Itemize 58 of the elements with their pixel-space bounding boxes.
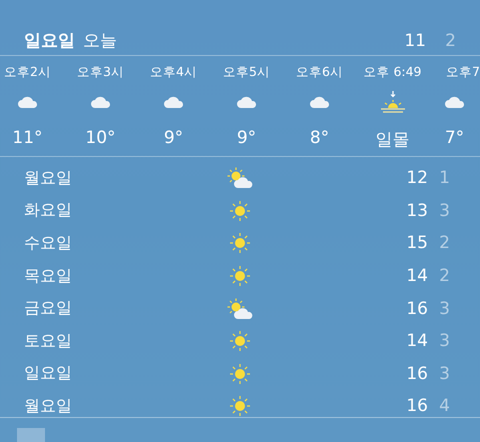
sun-icon (229, 395, 251, 417)
day-name: 월요일 (24, 168, 73, 189)
low-temperature: 2 (438, 233, 450, 254)
sun-icon (229, 330, 251, 352)
day-name: 수요일 (24, 232, 73, 254)
high-temperature: 16 (405, 298, 428, 319)
hour-temperature: 11° (12, 128, 43, 148)
hour-time: 오후3시 (77, 64, 124, 81)
hour-temperature: 7° (444, 128, 464, 148)
hour-time: 오후6시 (296, 64, 343, 81)
hour-time: 오후 6:49 (363, 64, 422, 81)
low-temperature: 3 (438, 298, 450, 319)
high-temperature: 16 (405, 364, 428, 384)
high-temperature: 15 (405, 233, 428, 254)
cloud-icon (310, 96, 330, 108)
day-name: 목요일 (24, 266, 73, 287)
low-temperature: 3 (438, 331, 450, 352)
cloud-icon (444, 96, 464, 108)
hour-time: 오후7 (446, 64, 480, 81)
high-temperature: 16 (405, 396, 428, 416)
day-name: 일요일 (24, 30, 75, 52)
low-temperature: 4 (438, 396, 450, 416)
cloud-icon (90, 96, 110, 108)
low-temperature: 3 (438, 364, 450, 384)
cloud-icon (164, 96, 184, 108)
high-temperature: 12 (405, 168, 428, 188)
hour-time: 오후2시 (4, 64, 51, 81)
day-name: 화요일 (24, 200, 73, 222)
high-temperature: 14 (405, 331, 428, 352)
cloud-icon (18, 96, 38, 108)
sun-icon (229, 265, 251, 288)
high-temperature: 13 (405, 200, 428, 221)
sun-icon (229, 200, 251, 222)
sun-icon (229, 232, 251, 254)
sunset-icon (380, 90, 406, 113)
day-name: 토요일 (24, 330, 73, 352)
hour-temperature: 8° (310, 128, 330, 148)
day-name: 일요일 (24, 363, 73, 384)
day-name: 금요일 (24, 298, 73, 320)
hour-temperature: 10° (85, 128, 116, 148)
low-temperature: 3 (438, 200, 450, 221)
sun-icon (229, 362, 251, 385)
hour-temperature: 9° (236, 128, 256, 148)
low-temperature: 1 (438, 168, 450, 188)
cloud-icon (236, 96, 256, 108)
hour-temperature: 9° (164, 128, 184, 148)
low-temperature: 2 (438, 266, 450, 286)
high-temperature: 14 (405, 266, 428, 286)
high-temperature: 11 (403, 30, 426, 51)
hour-time: 오후4시 (150, 64, 197, 81)
partly-cloudy-icon (226, 167, 254, 190)
today-label: 오늘 (83, 30, 117, 52)
page-indicator (17, 428, 45, 442)
hour-temperature: 일몰 (376, 128, 410, 151)
low-temperature: 2 (444, 30, 456, 51)
hour-time: 오후5시 (223, 64, 270, 81)
partly-cloudy-icon (226, 298, 254, 320)
day-name: 월요일 (24, 396, 73, 417)
